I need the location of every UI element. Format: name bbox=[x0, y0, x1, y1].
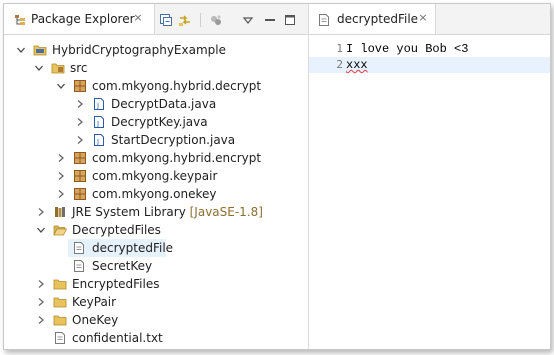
tree-item-confidential-txt[interactable]: confidential.txt bbox=[4, 329, 308, 347]
java-file-icon: J bbox=[94, 134, 104, 146]
close-icon[interactable]: × bbox=[133, 12, 143, 23]
tree-item-project[interactable]: HybridCryptographyExample bbox=[4, 41, 308, 59]
editor-tab-bar: decryptedFile × bbox=[309, 4, 550, 35]
chevron-down-icon[interactable] bbox=[34, 63, 44, 73]
toolbar-separator bbox=[200, 13, 201, 27]
tree-item-decryptkey-java[interactable]: J DecryptKey.java bbox=[4, 113, 308, 131]
tab-decryptedfile[interactable]: decryptedFile × bbox=[309, 4, 436, 34]
tree-item-package-onekey[interactable]: com.mkyong.onekey bbox=[4, 185, 308, 203]
tree-item-label: DecryptedFiles bbox=[72, 223, 161, 237]
tree-item-decryptdata-java[interactable]: J DecryptData.java bbox=[4, 95, 308, 113]
link-with-editor-icon[interactable] bbox=[178, 13, 192, 27]
line-text[interactable]: xxx bbox=[346, 57, 368, 73]
tree-item-label: EncryptedFiles bbox=[72, 277, 160, 291]
source-folder-icon bbox=[51, 63, 65, 74]
tree-item-secretkey[interactable]: SecretKey bbox=[4, 257, 308, 275]
open-folder-icon bbox=[53, 225, 67, 236]
tree-item-label: src bbox=[70, 61, 88, 75]
folder-icon bbox=[53, 297, 67, 308]
package-tree: HybridCryptographyExample src com.mkyong… bbox=[4, 35, 308, 349]
file-icon bbox=[74, 260, 84, 272]
tree-item-package-encrypt[interactable]: com.mkyong.hybrid.encrypt bbox=[4, 149, 308, 167]
java-file-icon: J bbox=[94, 98, 104, 110]
tree-item-label: com.mkyong.onekey bbox=[92, 187, 217, 201]
editor-area: decryptedFile × 1 I love you Bob <3 2 xx… bbox=[309, 4, 550, 349]
tree-item-startdecryption-java[interactable]: J StartDecryption.java bbox=[4, 131, 308, 149]
file-icon bbox=[319, 14, 329, 26]
package-explorer-view: Package Explorer × HybridCryptographyExa… bbox=[4, 4, 309, 349]
line-text[interactable]: I love you Bob <3 bbox=[346, 41, 468, 57]
folder-icon bbox=[53, 279, 67, 290]
folder-icon bbox=[53, 315, 67, 326]
java-file-icon: J bbox=[94, 116, 104, 128]
collapse-all-icon[interactable] bbox=[159, 13, 173, 27]
svg-text:J: J bbox=[96, 120, 99, 128]
library-icon bbox=[55, 207, 65, 217]
view-menu-icon[interactable] bbox=[241, 13, 255, 27]
chevron-right-icon[interactable] bbox=[75, 99, 85, 109]
chevron-down-icon[interactable] bbox=[56, 81, 66, 91]
package-icon bbox=[74, 152, 86, 164]
maximize-icon[interactable] bbox=[283, 13, 297, 27]
tree-item-jre-library[interactable]: JRE System Library [JavaSE-1.8] bbox=[4, 203, 308, 221]
tree-item-src[interactable]: src bbox=[4, 59, 308, 77]
jre-version-decoration: [JavaSE-1.8] bbox=[189, 205, 263, 219]
tree-item-label: decryptedFile bbox=[92, 241, 174, 255]
package-icon bbox=[74, 170, 86, 182]
chevron-right-icon[interactable] bbox=[36, 207, 46, 217]
tree-item-label: StartDecryption.java bbox=[111, 133, 236, 147]
tree-item-decryptedfile[interactable]: decryptedFile bbox=[68, 239, 173, 257]
chevron-right-icon[interactable] bbox=[75, 135, 85, 145]
chevron-right-icon[interactable] bbox=[36, 315, 46, 325]
tree-item-package-decrypt[interactable]: com.mkyong.hybrid.decrypt bbox=[4, 77, 308, 95]
package-explorer-icon bbox=[15, 15, 25, 25]
chevron-right-icon[interactable] bbox=[36, 279, 46, 289]
chevron-right-icon[interactable] bbox=[56, 189, 66, 199]
editor-line-current: 2 xxx bbox=[309, 57, 550, 73]
tab-package-explorer[interactable]: Package Explorer × bbox=[4, 4, 155, 34]
tree-item-label: JRE System Library [JavaSE-1.8] bbox=[72, 204, 263, 220]
text-file-icon bbox=[55, 332, 65, 344]
close-icon[interactable]: × bbox=[418, 12, 428, 23]
tree-item-label: com.mkyong.hybrid.decrypt bbox=[92, 79, 262, 93]
chevron-right-icon[interactable] bbox=[36, 297, 46, 307]
tree-item-folder-keypair[interactable]: KeyPair bbox=[4, 293, 308, 311]
svg-text:J: J bbox=[96, 138, 99, 146]
file-icon bbox=[74, 242, 84, 254]
tree-item-label: DecryptKey.java bbox=[111, 115, 208, 129]
tree-item-label: OneKey bbox=[72, 313, 119, 327]
tree-item-label: KeyPair bbox=[72, 295, 117, 309]
text-editor[interactable]: 1 I love you Bob <3 2 xxx bbox=[309, 35, 550, 349]
ide-window: Package Explorer × HybridCryptographyExa… bbox=[3, 3, 551, 350]
tree-item-folder-decryptedfiles[interactable]: DecryptedFiles bbox=[4, 221, 308, 239]
tree-item-label: com.mkyong.hybrid.encrypt bbox=[92, 151, 262, 165]
package-icon bbox=[74, 188, 86, 200]
chevron-right-icon[interactable] bbox=[56, 171, 66, 181]
svg-text:J: J bbox=[96, 102, 99, 110]
jre-label: JRE System Library bbox=[72, 205, 186, 219]
minimize-icon[interactable] bbox=[263, 13, 277, 27]
tab-label: decryptedFile bbox=[337, 12, 419, 26]
package-icon bbox=[74, 80, 86, 92]
chevron-right-icon[interactable] bbox=[56, 153, 66, 163]
filters-icon[interactable] bbox=[209, 13, 223, 27]
chevron-down-icon[interactable] bbox=[16, 45, 26, 55]
tree-item-folder-encryptedfiles[interactable]: EncryptedFiles bbox=[4, 275, 308, 293]
tree-item-label: confidential.txt bbox=[72, 331, 163, 345]
tree-item-label: SecretKey bbox=[92, 259, 153, 273]
view-tab-bar: Package Explorer × bbox=[4, 4, 308, 35]
chevron-down-icon[interactable] bbox=[36, 225, 46, 235]
tree-item-package-keypair[interactable]: com.mkyong.keypair bbox=[4, 167, 308, 185]
project-folder-icon bbox=[33, 45, 47, 56]
tab-label: Package Explorer bbox=[31, 12, 135, 26]
tree-item-label: com.mkyong.keypair bbox=[92, 169, 218, 183]
chevron-right-icon[interactable] bbox=[75, 117, 85, 127]
line-number: 2 bbox=[336, 58, 343, 71]
editor-line: 1 I love you Bob <3 bbox=[309, 41, 550, 57]
tree-item-folder-onekey[interactable]: OneKey bbox=[4, 311, 308, 329]
tree-item-label: HybridCryptographyExample bbox=[52, 43, 226, 57]
line-number: 1 bbox=[336, 42, 343, 55]
tree-item-label: DecryptData.java bbox=[111, 97, 217, 111]
